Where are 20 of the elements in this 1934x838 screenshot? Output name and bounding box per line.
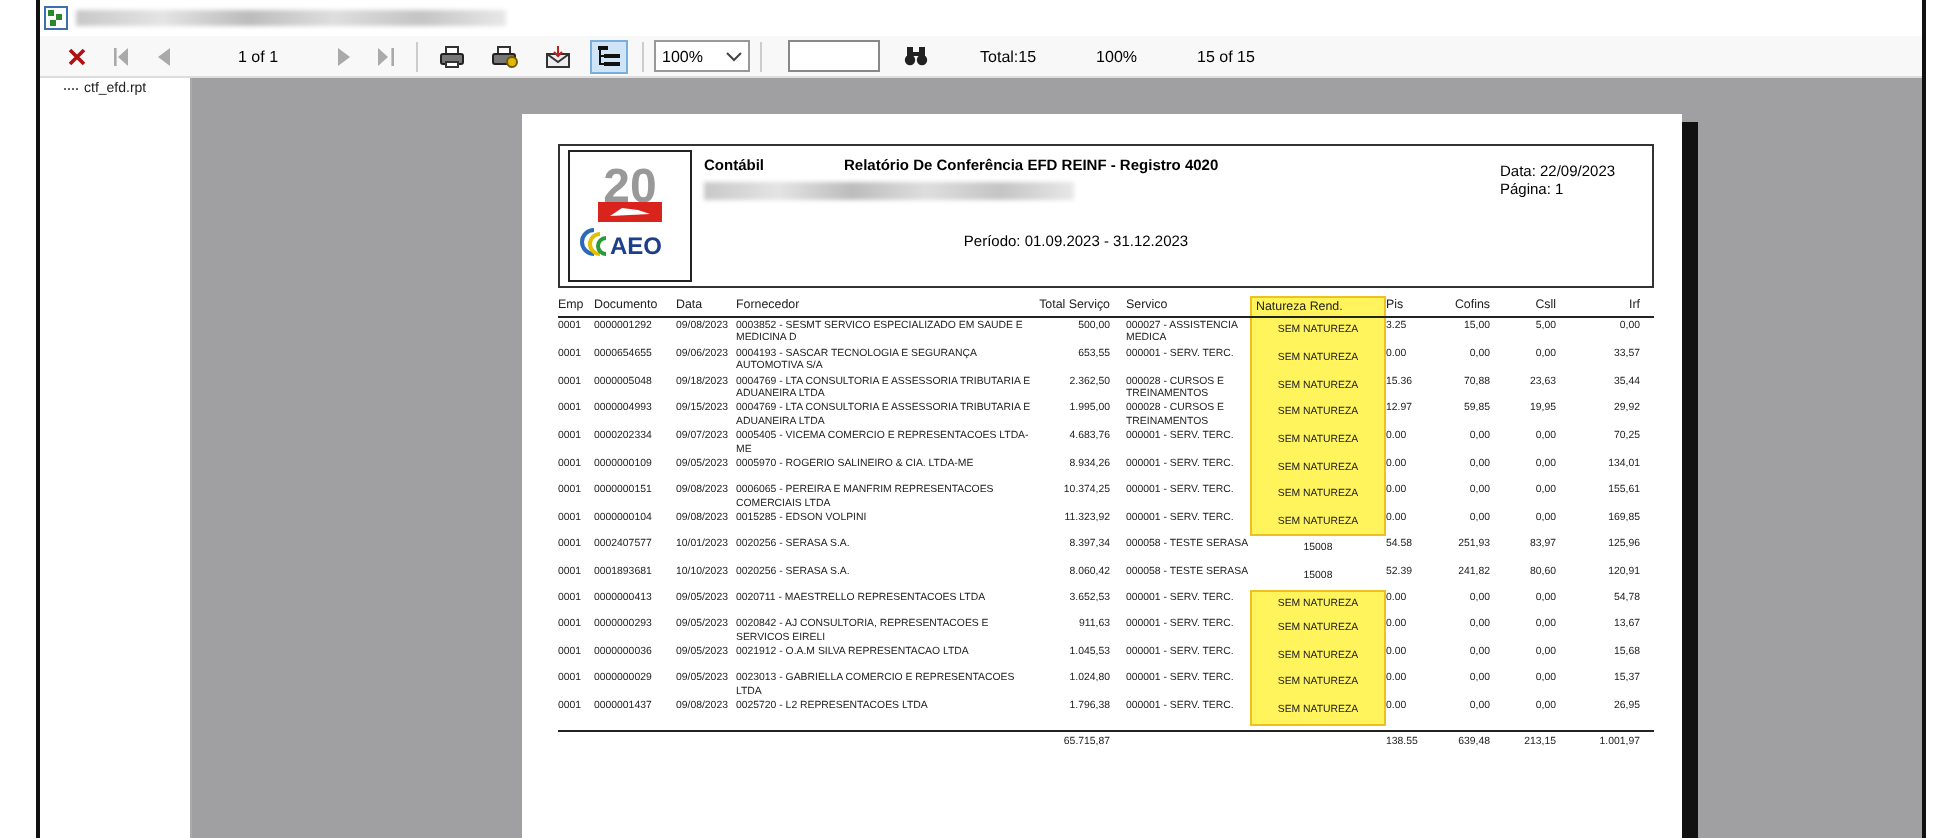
close-icon	[68, 47, 86, 65]
printer-icon	[440, 45, 465, 67]
page-indicator: 1 of 1	[238, 47, 279, 65]
next-page-icon	[338, 47, 351, 65]
zoom-dropdown[interactable]: 100%	[654, 40, 751, 72]
search-field[interactable]	[788, 40, 881, 72]
first-page-icon	[114, 47, 130, 65]
binoculars-icon	[904, 46, 929, 66]
status-text: Total:15	[980, 47, 1037, 65]
chevron-down-icon	[726, 51, 743, 61]
status-text: 15 of 15	[1197, 47, 1255, 65]
company-logo: 20 AEO	[568, 150, 692, 282]
last-page-icon	[378, 47, 395, 65]
printer-setup-icon	[492, 45, 519, 67]
group-tree-toggle[interactable]	[590, 39, 629, 73]
previous-page-icon	[158, 47, 170, 65]
envelope-icon	[546, 45, 571, 67]
tree-icon	[598, 46, 621, 66]
app-icon	[44, 6, 68, 30]
status-text: 100%	[1096, 47, 1138, 65]
